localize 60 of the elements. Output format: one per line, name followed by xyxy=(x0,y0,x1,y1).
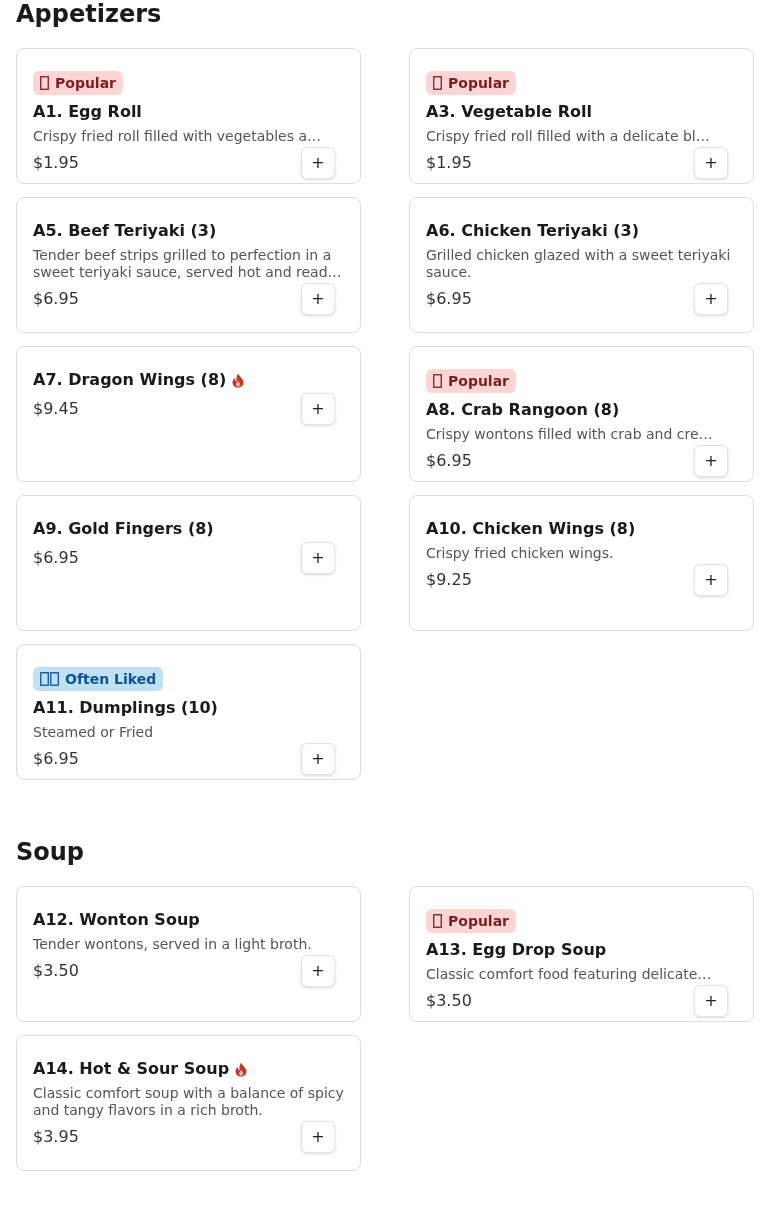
add-button[interactable]: + xyxy=(301,147,335,179)
item-description: Crispy wontons filled with crab and cre… xyxy=(426,426,714,443)
flame-icon xyxy=(232,372,245,388)
add-button[interactable]: + xyxy=(694,283,728,315)
item-name: A3. Vegetable Roll xyxy=(426,101,592,123)
item-name: A1. Egg Roll xyxy=(33,101,142,123)
item-name: A7. Dragon Wings (8) xyxy=(33,369,227,391)
item-price: $3.95 xyxy=(33,1126,79,1148)
item-name: A11. Dumplings (10) xyxy=(33,697,218,719)
item-price: $9.25 xyxy=(426,569,472,591)
add-button[interactable]: + xyxy=(301,955,335,987)
item-description: Grilled chicken glazed with a sweet teriyaki sauce. xyxy=(426,247,732,281)
section-heading: Appetizers xyxy=(16,0,163,28)
box-icon xyxy=(40,76,49,90)
add-button[interactable]: + xyxy=(301,743,335,775)
item-badge: Popular xyxy=(33,71,124,95)
item-badge: Popular xyxy=(426,909,517,933)
item-price: $1.95 xyxy=(426,152,472,174)
add-button[interactable]: + xyxy=(301,542,335,574)
add-button[interactable]: + xyxy=(694,445,728,477)
item-description: Crispy fried roll filled with a delicate bl… xyxy=(426,128,711,145)
item-badge: Popular xyxy=(426,71,517,95)
item-name: A6. Chicken Teriyaki (3) xyxy=(426,220,639,242)
item-badge: Popular xyxy=(426,369,517,393)
item-description: Classic comfort food featuring delicate… xyxy=(426,966,713,983)
item-description: Crispy fried roll filled with vegetables a… xyxy=(33,128,322,145)
add-button[interactable]: + xyxy=(694,147,728,179)
item-description: Crispy fried chicken wings. xyxy=(426,545,615,562)
item-description: Tender beef strips grilled to perfection in a sweet teriyaki sauce, served hot and read… xyxy=(33,247,343,281)
item-name: A12. Wonton Soup xyxy=(33,909,200,931)
add-button[interactable]: + xyxy=(694,564,728,596)
box-icon xyxy=(40,672,59,686)
item-price: $3.50 xyxy=(426,990,472,1012)
flame-icon xyxy=(235,1061,248,1077)
item-price: $6.95 xyxy=(426,288,472,310)
item-description: Classic comfort soup with a balance of spicy and tangy flavors in a rich broth. xyxy=(33,1085,344,1119)
box-icon xyxy=(433,76,442,90)
add-button[interactable]: + xyxy=(694,985,728,1017)
section-heading: Soup xyxy=(16,838,86,866)
item-description: Tender wontons, served in a light broth. xyxy=(33,936,313,953)
item-name: A9. Gold Fingers (8) xyxy=(33,518,214,540)
item-price: $6.95 xyxy=(426,450,472,472)
item-price: $1.95 xyxy=(33,152,79,174)
add-button[interactable]: + xyxy=(301,393,335,425)
item-description: Steamed or Fried xyxy=(33,724,155,741)
add-button[interactable]: + xyxy=(301,283,335,315)
item-price: $3.50 xyxy=(33,960,79,982)
item-name: A10. Chicken Wings (8) xyxy=(426,518,636,540)
add-button[interactable]: + xyxy=(301,1121,335,1153)
item-name: A14. Hot & Sour Soup xyxy=(33,1058,230,1080)
box-icon xyxy=(433,914,442,928)
item-price: $6.95 xyxy=(33,547,79,569)
item-name: A5. Beef Teriyaki (3) xyxy=(33,220,217,242)
item-price: $6.95 xyxy=(33,288,79,310)
item-name: A8. Crab Rangoon (8) xyxy=(426,399,620,421)
box-icon xyxy=(433,374,442,388)
item-badge: Often Liked xyxy=(33,667,164,691)
item-name: A13. Egg Drop Soup xyxy=(426,939,607,961)
item-price: $9.45 xyxy=(33,398,79,420)
item-price: $6.95 xyxy=(33,748,79,770)
